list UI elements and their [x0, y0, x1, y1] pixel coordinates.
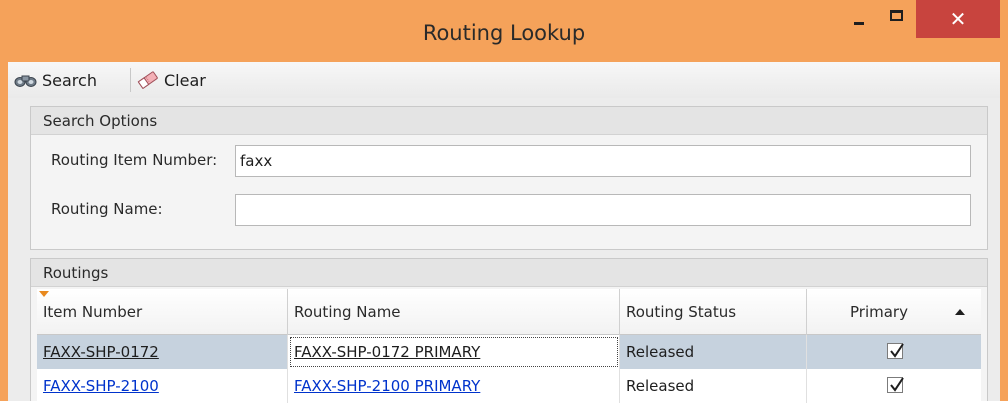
maximize-button[interactable]	[878, 0, 916, 36]
search-options-header: Search Options	[31, 107, 987, 135]
toolbar-separator	[130, 68, 131, 92]
routing-item-number-label: Routing Item Number:	[51, 151, 218, 169]
search-button-label: Search	[42, 70, 97, 90]
routing-status-cell: Released	[620, 335, 807, 369]
grid-header-row: Item Number Routing Name Routing Status …	[37, 289, 981, 335]
primary-checkbox[interactable]	[887, 377, 904, 393]
search-options-group: Search Options Routing Item Number: faxx…	[30, 106, 988, 250]
search-button[interactable]: Search	[14, 66, 97, 94]
routing-name-label: Routing Name:	[51, 200, 163, 218]
column-header-primary-label: Primary	[850, 303, 908, 321]
title-bar[interactable]: Routing Lookup ✕	[0, 0, 1008, 62]
routing-name-cell[interactable]: FAXX-SHP-2100 PRIMARY	[288, 369, 620, 403]
window-client-area: Search Clear Search Options Routing Item…	[8, 62, 1000, 403]
item-number-cell[interactable]: FAXX-SHP-0172	[37, 335, 288, 369]
routing-item-number-input[interactable]: faxx	[235, 145, 971, 177]
column-header-primary[interactable]: Primary	[807, 289, 981, 335]
routing-status-cell: Released	[620, 369, 807, 403]
routings-group: Routings Item Number Routing Name Routin…	[30, 258, 988, 403]
primary-cell	[807, 335, 981, 369]
table-row[interactable]: FAXX-SHP-0172 FAXX-SHP-0172 PRIMARY Rele…	[37, 335, 981, 369]
checkmark-icon	[890, 343, 904, 358]
close-button[interactable]: ✕	[916, 0, 1000, 38]
maximize-icon	[890, 10, 903, 21]
close-icon: ✕	[949, 7, 967, 31]
routing-name-cell[interactable]: FAXX-SHP-0172 PRIMARY	[288, 335, 620, 369]
routings-header: Routings	[31, 259, 987, 287]
minimize-button[interactable]	[840, 0, 878, 36]
column-header-routing-name-label: Routing Name	[294, 303, 401, 321]
toolbar: Search Clear	[8, 62, 1000, 98]
routing-name-link[interactable]: FAXX-SHP-0172 PRIMARY	[294, 343, 480, 361]
column-header-routing-status-label: Routing Status	[626, 303, 737, 321]
table-row[interactable]: FAXX-SHP-2100 FAXX-SHP-2100 PRIMARY Rele…	[37, 369, 981, 403]
routing-name-link[interactable]: FAXX-SHP-2100 PRIMARY	[294, 377, 480, 395]
sort-ascending-icon	[955, 309, 965, 315]
clear-button[interactable]: Clear	[136, 66, 206, 94]
clear-button-label: Clear	[164, 70, 206, 90]
window-frame: Routing Lookup ✕ Search Clear Search Opt…	[0, 0, 1008, 403]
routings-grid: Item Number Routing Name Routing Status …	[37, 289, 981, 403]
column-header-routing-name[interactable]: Routing Name	[288, 289, 620, 335]
eraser-icon	[137, 71, 158, 89]
column-header-item-number[interactable]: Item Number	[37, 289, 288, 335]
column-header-item-number-label: Item Number	[43, 303, 143, 321]
primary-checkbox[interactable]	[887, 343, 904, 359]
binoculars-icon	[14, 75, 37, 87]
checkmark-icon	[890, 377, 904, 392]
item-number-link[interactable]: FAXX-SHP-0172	[43, 343, 159, 361]
primary-cell	[807, 369, 981, 403]
column-header-routing-status[interactable]: Routing Status	[620, 289, 807, 335]
routing-name-input[interactable]	[235, 194, 971, 226]
filter-indicator-icon	[39, 291, 49, 297]
item-number-cell[interactable]: FAXX-SHP-2100	[37, 369, 288, 403]
item-number-link[interactable]: FAXX-SHP-2100	[43, 377, 159, 395]
minimize-icon	[854, 22, 864, 25]
